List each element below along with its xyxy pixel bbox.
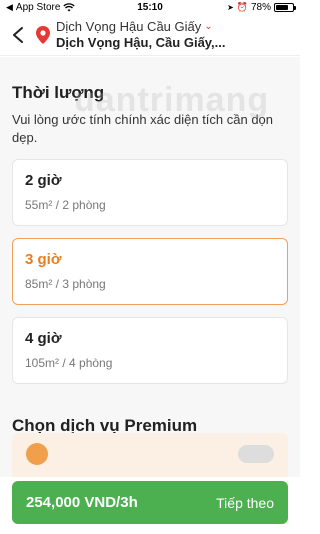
address-line-2: Dịch Vọng Hậu, Cầu Giấy,... [56,35,226,50]
back-arrow-icon [13,26,23,43]
premium-option[interactable] [12,433,288,477]
clock: 15:10 [137,1,163,13]
status-right: ➤ ⏰ 78% [227,1,296,13]
status-bar: ◀ App Store 15:10 ➤ ⏰ 78% [0,0,300,14]
main-content: uantrimang Thời lượng Vui lòng ước tính … [0,57,300,477]
battery-level [276,4,289,10]
battery-icon [274,2,296,12]
duration-option-3h[interactable]: 3 giờ 85m² / 3 phòng [12,238,288,305]
footer: 254,000 VND/3h Tiếp theo [0,477,300,534]
option-hours: 3 giờ [25,251,62,268]
location-arrow-icon: ➤ [227,2,234,12]
map-pin-icon [36,25,50,44]
total-price: 254,000 VND/3h [26,494,138,511]
option-hours: 2 giờ [25,172,62,189]
next-label: Tiếp theo [216,494,274,511]
option-detail: 55m² / 2 phòng [25,198,106,212]
battery-percent: 78% [250,1,271,13]
duration-title: Thời lượng [12,83,105,102]
chevron-down-icon: ⌄ [204,21,213,32]
duration-description: Vui lòng ước tính chính xác diện tích cầ… [12,112,274,145]
back-to-app-icon: ◀ [6,1,13,12]
address-selector[interactable]: Dịch Vọng Hậu Cầu Giấy ⌄ Dịch Vọng Hậu, … [56,19,226,50]
status-left: ◀ App Store [6,1,76,13]
back-button[interactable] [0,14,36,56]
carrier-label: App Store [15,1,61,13]
app-header: Dịch Vọng Hậu Cầu Giấy ⌄ Dịch Vọng Hậu, … [0,14,300,56]
alarm-icon: ⏰ [236,1,248,12]
premium-icon [26,443,48,465]
next-button[interactable]: 254,000 VND/3h Tiếp theo [12,481,288,524]
wifi-icon [63,2,76,11]
option-detail: 105m² / 4 phòng [25,356,113,370]
premium-toggle[interactable] [238,445,274,463]
option-hours: 4 giờ [25,330,62,347]
duration-option-2h[interactable]: 2 giờ 55m² / 2 phòng [12,159,288,226]
duration-option-4h[interactable]: 4 giờ 105m² / 4 phòng [12,317,288,384]
address-line-1: Dịch Vọng Hậu Cầu Giấy ⌄ [56,19,226,34]
address-primary: Dịch Vọng Hậu Cầu Giấy [56,19,202,34]
option-detail: 85m² / 3 phòng [25,277,106,291]
